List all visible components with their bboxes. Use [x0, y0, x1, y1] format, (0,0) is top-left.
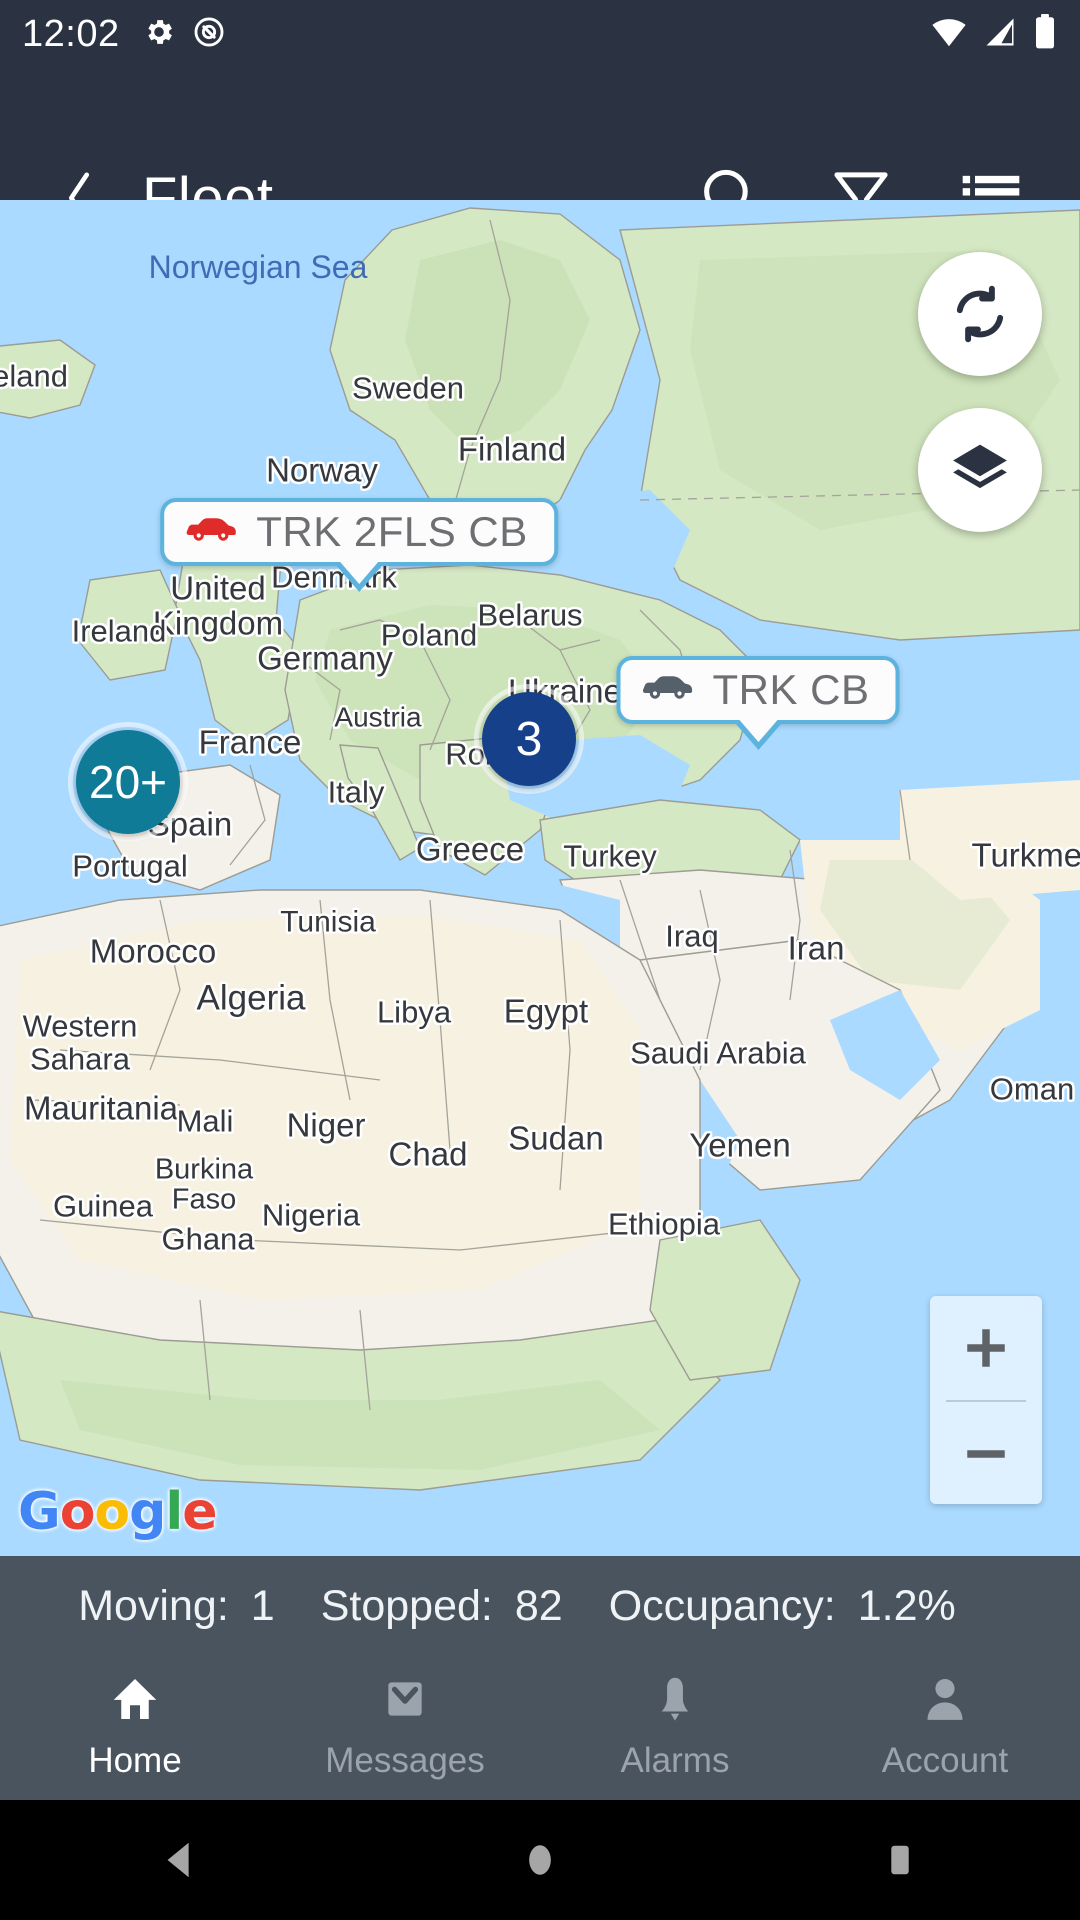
car-icon [642, 675, 693, 699]
car-icon [642, 674, 693, 707]
vehicle-marker-label: TRK CB [712, 666, 870, 713]
fleet-stats-bar: Moving: 1 Stopped: 82 Occupancy: 1.2% [0, 1556, 1080, 1656]
nav-item-label: Messages [325, 1741, 485, 1780]
fleet-stat: Moving: 1 [78, 1582, 321, 1631]
android-home-button[interactable] [360, 1839, 720, 1881]
cluster-marker[interactable]: 20+ [76, 730, 180, 834]
person-icon [927, 1679, 963, 1720]
status-bar-notification-icons [142, 15, 226, 54]
status-bar: 12:02 [0, 0, 1080, 68]
nav-item-label: Home [88, 1741, 182, 1780]
cluster-marker[interactable]: 3 [482, 692, 576, 786]
bell-icon [650, 1674, 700, 1729]
vehicle-marker[interactable]: TRK 2FLS CB [160, 498, 558, 592]
google-logo: Google [18, 1482, 218, 1542]
person-icon [920, 1674, 970, 1729]
gear-icon [142, 15, 176, 54]
bottom-navigation: Home Messages Alarms Account [0, 1656, 1080, 1800]
minus-icon [967, 1450, 1005, 1458]
fleet-stat: Stopped: 82 [321, 1582, 609, 1631]
map-canvas[interactable]: .land{fill:#f4f1ea;stroke:#9c9c93;stroke… [0, 200, 1080, 1556]
phone-screen: 12:02 Fleet Norwegian Sea eland Sweden F… [0, 0, 1080, 1920]
map-layers-icon [953, 444, 1007, 489]
envelope-icon [380, 1674, 430, 1729]
status-bar-clock: 12:02 [22, 12, 120, 55]
nav-item-alarms[interactable]: Alarms [540, 1656, 810, 1781]
vehicle-marker-pointer [332, 562, 385, 592]
nav-item-label: Account [881, 1741, 1009, 1780]
map-layers-button[interactable] [918, 408, 1042, 532]
home-icon [110, 1674, 160, 1729]
envelope-icon [388, 1682, 422, 1716]
nav-item-messages[interactable]: Messages [270, 1656, 540, 1781]
fleet-stat: Occupancy: 1.2% [609, 1582, 1002, 1631]
vehicle-marker[interactable]: TRK CB [616, 656, 900, 750]
fleet-stat-label: Moving: [78, 1581, 229, 1630]
square-recents-icon [891, 1845, 909, 1875]
zoom-out-button[interactable] [930, 1402, 1042, 1504]
map-zoom-controls [930, 1296, 1042, 1504]
android-back-button[interactable] [0, 1837, 360, 1883]
vehicle-marker-bubble[interactable]: TRK 2FLS CB [160, 498, 558, 566]
nav-item-home[interactable]: Home [0, 1656, 270, 1781]
refresh-sync-icon [956, 285, 1004, 343]
android-navigation-bar [0, 1800, 1080, 1920]
do-not-disturb-icon [192, 15, 226, 54]
vehicle-marker-label: TRK 2FLS CB [256, 508, 528, 555]
car-icon [186, 516, 236, 549]
wifi-icon [930, 16, 968, 53]
fleet-stat-value: 1 [250, 1581, 275, 1630]
map-refresh-button[interactable] [918, 252, 1042, 376]
circle-home-icon [529, 1845, 551, 1875]
map-basemap: .land{fill:#f4f1ea;stroke:#9c9c93;stroke… [0, 200, 1080, 1556]
fleet-stat-value: 82 [514, 1581, 563, 1630]
home-icon [113, 1679, 157, 1719]
fleet-stat-label: Stopped: [320, 1581, 493, 1630]
vehicle-marker-pointer [731, 720, 784, 750]
fleet-stat-label: Occupancy: [608, 1581, 836, 1630]
fleet-stat-value: 1.2% [857, 1581, 956, 1630]
car-icon [186, 517, 236, 541]
zoom-in-button[interactable] [930, 1296, 1042, 1400]
status-bar-system-icons [930, 13, 1058, 55]
android-recents-button[interactable] [720, 1841, 1080, 1879]
cellular-signal-icon [982, 16, 1018, 53]
battery-icon [1032, 13, 1058, 55]
nav-item-account[interactable]: Account [810, 1656, 1080, 1781]
triangle-back-icon [167, 1842, 189, 1878]
vehicle-marker-bubble[interactable]: TRK CB [616, 656, 900, 724]
plus-icon [967, 1329, 1005, 1367]
nav-item-label: Alarms [620, 1741, 730, 1780]
bell-icon [661, 1677, 689, 1721]
